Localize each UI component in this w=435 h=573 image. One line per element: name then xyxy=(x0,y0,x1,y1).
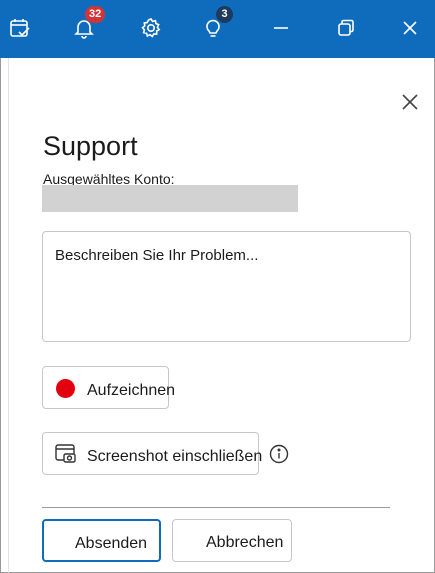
info-icon[interactable] xyxy=(269,444,289,464)
calendar-check-icon xyxy=(10,19,30,37)
minimize-button[interactable] xyxy=(261,9,301,47)
pane-separator xyxy=(8,58,9,573)
cancel-button[interactable]: Abbrechen xyxy=(172,519,292,562)
send-label: Absenden xyxy=(75,535,148,552)
record-button[interactable]: Aufzeichnen xyxy=(42,366,175,409)
notifications-badge: 32 xyxy=(85,6,106,23)
record-dot-icon xyxy=(56,379,75,398)
close-window-button[interactable] xyxy=(390,9,430,47)
restore-button[interactable] xyxy=(326,9,366,47)
footer-divider xyxy=(42,507,390,508)
cancel-label: Abbrechen xyxy=(206,534,284,551)
include-screenshot-button[interactable]: Screenshot einschließen xyxy=(42,432,263,475)
screenshot-icon xyxy=(55,444,76,463)
calendar-button[interactable] xyxy=(0,9,40,47)
title-bar: 32 3 xyxy=(0,0,435,58)
description-input[interactable]: Beschreiben Sie Ihr Problem... xyxy=(42,231,411,342)
page-title: Support xyxy=(43,131,138,161)
close-icon xyxy=(403,21,417,35)
tips-badge: 3 xyxy=(216,6,233,23)
close-icon xyxy=(402,94,418,110)
minimize-icon xyxy=(274,27,288,29)
close-pane-button[interactable] xyxy=(396,88,424,116)
record-label: Aufzeichnen xyxy=(87,382,176,399)
window-frame-left xyxy=(0,58,1,573)
send-button[interactable]: Absenden xyxy=(42,519,161,562)
restore-icon xyxy=(338,19,354,36)
gear-icon xyxy=(141,18,161,38)
account-value-redacted xyxy=(42,185,298,212)
screenshot-label: Screenshot einschließen xyxy=(87,448,263,465)
settings-button[interactable] xyxy=(131,9,171,47)
